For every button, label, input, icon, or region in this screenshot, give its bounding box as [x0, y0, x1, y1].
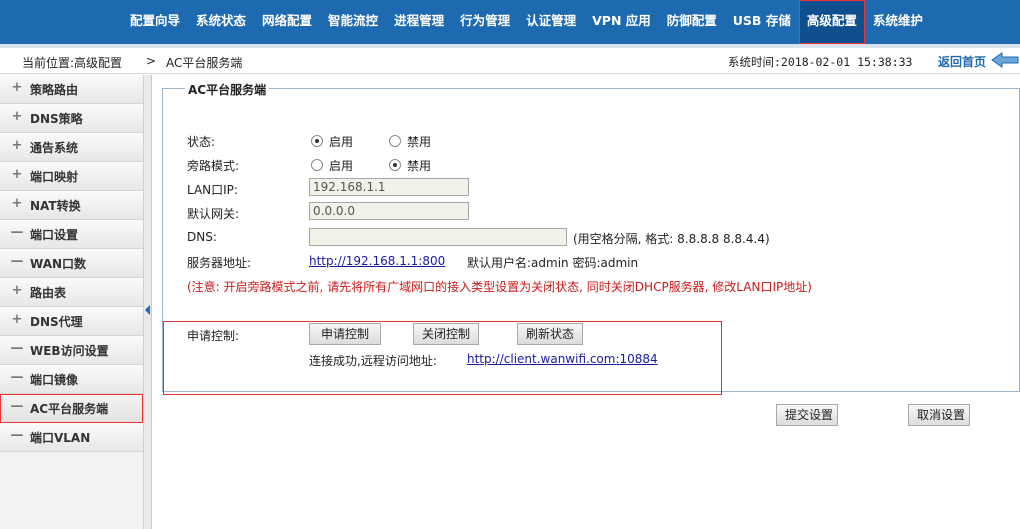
server-credentials: 默认用户名:admin 密码:admin	[467, 256, 639, 270]
sidebar-item-label: DNS策略	[30, 112, 83, 126]
top-nav-items: 配置向导 系统状态 网络配置 智能流控 进程管理 行为管理 认证管理 VPN 应用 防御配置 US…	[122, 0, 931, 44]
expand-plus-icon: +	[11, 109, 23, 124]
expand-plus-icon: +	[11, 283, 23, 298]
nav-item-2[interactable]: 网络配置	[254, 0, 320, 44]
bypass-disable-label: 禁用	[407, 159, 432, 173]
gateway-label: 默认网关:	[187, 207, 240, 221]
collapse-minus-icon: —	[10, 341, 24, 356]
sidebar-item-label: 端口映射	[30, 170, 79, 184]
apply-control-label: 申请控制:	[187, 329, 240, 343]
sidebar-item-label: 通告系统	[30, 141, 79, 155]
sidebar-item[interactable]: — 端口VLAN	[0, 423, 143, 452]
nav-item-1[interactable]: 系统状态	[188, 0, 254, 44]
close-control-button[interactable]: 关闭控制	[413, 323, 479, 345]
breadcrumb-page: AC平台服务端	[166, 56, 243, 70]
return-home-link[interactable]: 返回首页	[938, 53, 986, 70]
expand-plus-icon: +	[11, 312, 23, 327]
main-content: AC平台服务端 状态: 启用 禁用 旁路模式: 启用 禁用 LAN口IP: 默认…	[160, 75, 1020, 529]
sidebar-item[interactable]: — WAN口数	[0, 249, 143, 278]
sidebar-item-label: 端口镜像	[30, 373, 79, 387]
lan-ip-input[interactable]	[309, 178, 469, 196]
sidebar-item[interactable]: + 通告系统	[0, 133, 143, 162]
sidebar-item[interactable]: + DNS代理	[0, 307, 143, 336]
status-enable-radio[interactable]	[311, 135, 323, 147]
sidebar-item-label: NAT转换	[30, 199, 81, 213]
expand-plus-icon: +	[11, 80, 23, 95]
nav-item-0[interactable]: 配置向导	[122, 0, 188, 44]
sidebar-item[interactable]: — AC平台服务端	[0, 394, 143, 423]
sidebar-item[interactable]: — 端口镜像	[0, 365, 143, 394]
gateway-input[interactable]	[309, 202, 469, 220]
cancel-settings-button[interactable]: 取消设置	[908, 404, 970, 426]
sidebar-item[interactable]: — WEB访问设置	[0, 336, 143, 365]
sidebar-item-label: 端口VLAN	[30, 431, 91, 445]
bypass-label: 旁路模式:	[187, 159, 240, 173]
expand-plus-icon: +	[11, 196, 23, 211]
submit-settings-button[interactable]: 提交设置	[776, 404, 838, 426]
collapse-minus-icon: —	[10, 225, 24, 240]
dns-hint: (用空格分隔, 格式: 8.8.8.8 8.8.4.4)	[573, 232, 770, 246]
sidebar-item[interactable]: + 端口映射	[0, 162, 143, 191]
refresh-status-button[interactable]: 刷新状态	[517, 323, 583, 345]
server-address-label: 服务器地址:	[187, 256, 252, 270]
sidebar-item-label: AC平台服务端	[30, 402, 109, 416]
nav-item-11[interactable]: 系统维护	[865, 0, 931, 44]
status-enable-label: 启用	[329, 135, 354, 149]
remote-access-link[interactable]: http://client.wanwifi.com:10884	[467, 352, 658, 366]
collapse-minus-icon: —	[10, 370, 24, 385]
sidebar-item-label: 路由表	[30, 286, 67, 300]
sidebar-item-label: DNS代理	[30, 315, 83, 329]
connection-status-text: 连接成功,远程访问地址:	[309, 354, 437, 368]
nav-item-5[interactable]: 行为管理	[452, 0, 518, 44]
lan-ip-label: LAN口IP:	[187, 183, 238, 197]
sidebar-item-label: 端口设置	[30, 228, 79, 242]
sidebar-item[interactable]: + 路由表	[0, 278, 143, 307]
nav-item-6[interactable]: 认证管理	[518, 0, 584, 44]
system-time: 系统时间:2018-02-01 15:38:33	[728, 55, 913, 69]
sidebar-item-label: WEB访问设置	[30, 344, 109, 358]
sidebar: + 策略路由 + DNS策略 + 通告系统 + 端口映射 + NAT转换 — 端口设置 — WAN口数 + 路…	[0, 75, 144, 529]
nav-item-10[interactable]: 高级配置	[798, 0, 865, 44]
sidebar-item[interactable]: + DNS策略	[0, 104, 143, 133]
ac-server-panel: AC平台服务端 状态: 启用 禁用 旁路模式: 启用 禁用 LAN口IP: 默认…	[162, 81, 1020, 395]
apply-control-button[interactable]: 申请控制	[309, 323, 381, 345]
back-arrow-icon[interactable]	[990, 51, 1020, 69]
nav-item-4[interactable]: 进程管理	[386, 0, 452, 44]
bypass-enable-label: 启用	[329, 159, 354, 173]
collapse-arrow-icon[interactable]	[145, 305, 150, 315]
sidebar-item[interactable]: + 策略路由	[0, 75, 143, 104]
sidebar-item[interactable]: + NAT转换	[0, 191, 143, 220]
breadcrumb-separator: >	[146, 54, 157, 68]
nav-item-8[interactable]: 防御配置	[659, 0, 725, 44]
bypass-warning-note: (注意: 开启旁路模式之前, 请先将所有广域网口的接入类型设置为关闭状态, 同时…	[187, 280, 812, 294]
status-disable-label: 禁用	[407, 135, 432, 149]
status-label: 状态:	[187, 135, 216, 149]
collapse-minus-icon: —	[10, 428, 24, 443]
sidebar-item[interactable]: — 端口设置	[0, 220, 143, 249]
sidebar-splitter[interactable]	[144, 75, 152, 529]
bypass-disable-radio[interactable]	[389, 159, 401, 171]
bypass-enable-radio[interactable]	[311, 159, 323, 171]
sidebar-item-label: WAN口数	[30, 257, 87, 271]
top-nav: 配置向导 系统状态 网络配置 智能流控 进程管理 行为管理 认证管理 VPN 应用 防御配置 US…	[0, 0, 1020, 48]
breadcrumb-location: 当前位置:高级配置	[22, 56, 123, 70]
dns-input[interactable]	[309, 228, 567, 246]
nav-item-9[interactable]: USB 存储	[725, 0, 799, 44]
nav-item-7[interactable]: VPN 应用	[584, 0, 659, 44]
dns-label: DNS:	[187, 230, 217, 244]
expand-plus-icon: +	[11, 138, 23, 153]
breadcrumb-bar: 当前位置:高级配置 > AC平台服务端 系统时间:2018-02-01 15:3…	[0, 48, 1020, 74]
expand-plus-icon: +	[11, 167, 23, 182]
status-disable-radio[interactable]	[389, 135, 401, 147]
panel-title: AC平台服务端	[185, 81, 270, 98]
sidebar-item-label: 策略路由	[30, 83, 79, 97]
nav-item-3[interactable]: 智能流控	[320, 0, 386, 44]
collapse-minus-icon: —	[10, 254, 24, 269]
server-address-link[interactable]: http://192.168.1.1:800	[309, 254, 445, 268]
collapse-minus-icon: —	[10, 399, 24, 414]
